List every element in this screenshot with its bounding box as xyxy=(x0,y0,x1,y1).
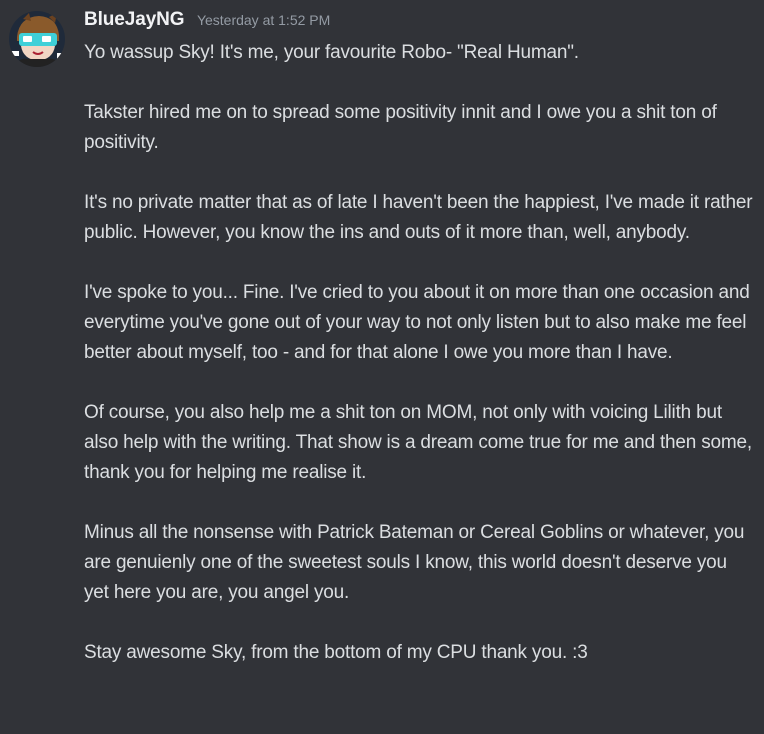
username[interactable]: BlueJayNG xyxy=(84,9,185,30)
message-paragraph: Takster hired me on to spread some posit… xyxy=(84,102,717,153)
message-content: Yo wassup Sky! It's me, your favourite R… xyxy=(84,38,754,668)
message-header: BlueJayNG Yesterday at 1:52 PM xyxy=(84,9,330,31)
message-paragraph: It's no private matter that as of late I… xyxy=(84,192,753,243)
message-paragraph: Of course, you also help me a shit ton o… xyxy=(84,402,752,483)
bluejay-avatar-icon xyxy=(9,11,65,67)
timestamp[interactable]: Yesterday at 1:52 PM xyxy=(197,12,330,28)
message-paragraph: Minus all the nonsense with Patrick Bate… xyxy=(84,522,745,603)
message-paragraph: Yo wassup Sky! It's me, your favourite R… xyxy=(84,42,579,63)
user-avatar[interactable] xyxy=(9,11,65,67)
message-paragraph: I've spoke to you... Fine. I've cried to… xyxy=(84,282,750,363)
chat-message: BlueJayNG Yesterday at 1:52 PM Yo wassup… xyxy=(0,0,764,734)
message-paragraph: Stay awesome Sky, from the bottom of my … xyxy=(84,642,588,663)
